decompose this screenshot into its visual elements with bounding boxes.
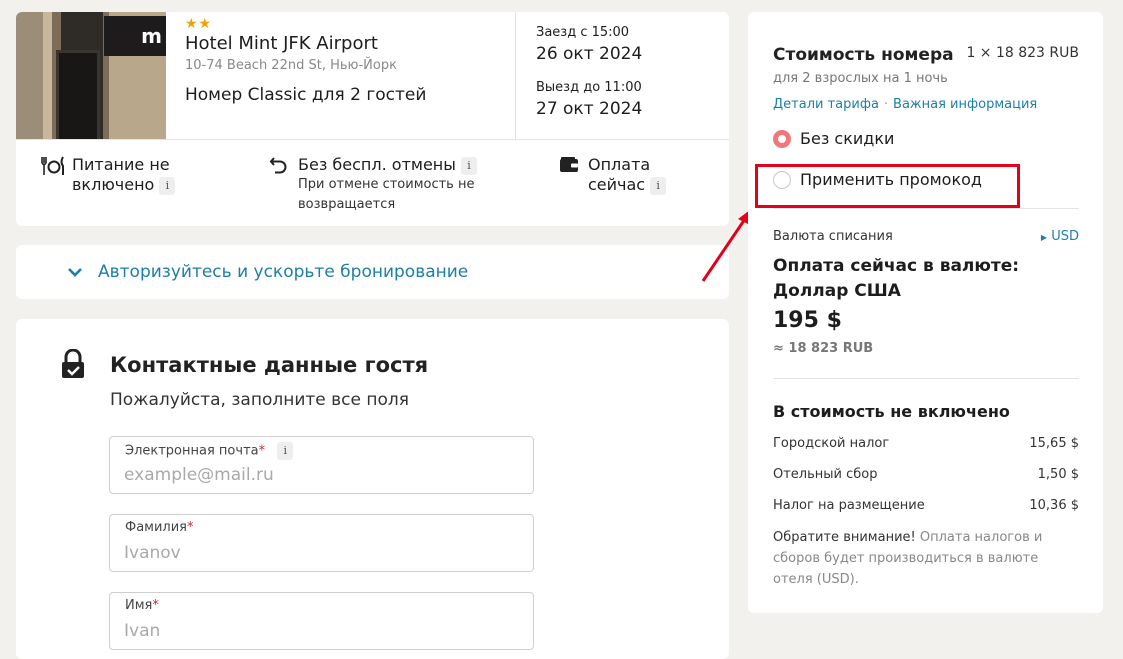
price-panel: Стоимость номера 1 × 18 823 RUB для 2 вз… bbox=[748, 12, 1103, 613]
hotel-sign: m bbox=[104, 16, 166, 56]
tax-row: Отельный сбор 1,50 $ bbox=[773, 467, 1079, 482]
currency-code: USD bbox=[1051, 229, 1079, 244]
first-name-label: Имя* bbox=[125, 598, 159, 613]
hotel-stars: ★★ bbox=[185, 16, 213, 32]
chevron-down-icon bbox=[66, 262, 84, 283]
first-name-field[interactable]: Имя* bbox=[109, 592, 534, 650]
tax-notice: Обратите внимание! Оплата налогов и сбор… bbox=[773, 527, 1063, 590]
tax-value: 1,50 $ bbox=[1037, 467, 1079, 482]
checkout-date: 27 окт 2024 bbox=[536, 99, 643, 119]
feature-meal: Питание не включено i bbox=[38, 155, 176, 195]
tax-row: Городской налог 15,65 $ bbox=[773, 436, 1079, 451]
email-label: Электронная почта* i bbox=[125, 442, 294, 460]
lock-icon bbox=[60, 348, 86, 383]
cancel-sub-line1: При отмене стоимость не bbox=[298, 177, 475, 192]
tax-name: Отельный сбор bbox=[773, 467, 878, 482]
excluded-title: В стоимость не включено bbox=[773, 402, 1010, 421]
option-no-discount[interactable]: Без скидки bbox=[773, 129, 894, 148]
divider bbox=[16, 139, 729, 140]
contact-subtitle: Пожалуйста, заполните все поля bbox=[110, 390, 409, 410]
price-amount: 195 $ bbox=[773, 308, 842, 333]
link-separator: · bbox=[883, 97, 889, 112]
hotel-door bbox=[56, 50, 100, 139]
price-links: Детали тарифа · Важная информация bbox=[773, 97, 1037, 112]
last-name-input[interactable] bbox=[124, 543, 514, 563]
checkout-label: Выезд до 11:00 bbox=[536, 80, 642, 95]
price-title: Стоимость номера bbox=[773, 45, 954, 65]
info-icon[interactable]: i bbox=[650, 176, 667, 195]
promo-highlight-box bbox=[755, 164, 1020, 208]
email-input[interactable] bbox=[124, 465, 514, 485]
divider bbox=[773, 208, 1079, 209]
tax-name: Налог на размещение bbox=[773, 498, 925, 513]
tax-name: Городской налог bbox=[773, 436, 890, 451]
option-no-discount-label: Без скидки bbox=[800, 129, 895, 148]
cancel-label: Без беспл. отмены bbox=[298, 155, 456, 174]
info-icon[interactable]: i bbox=[159, 176, 176, 195]
login-link[interactable]: Авторизуйтесь и ускорьте бронирование bbox=[98, 262, 468, 282]
checkin-label: Заезд с 15:00 bbox=[536, 25, 630, 40]
hotel-name: Hotel Mint JFK Airport bbox=[185, 33, 378, 54]
meal-icon bbox=[38, 155, 68, 195]
payment-label-line1: Оплата bbox=[588, 155, 651, 174]
meal-label-line2: включено bbox=[72, 175, 155, 194]
payment-label-line2: сейчас bbox=[588, 175, 646, 194]
tax-value: 10,36 $ bbox=[1029, 498, 1079, 513]
feature-cancellation: Без беспл. отмены i При отмене стоимость… bbox=[264, 155, 477, 215]
info-icon[interactable]: i bbox=[461, 156, 477, 175]
info-icon[interactable]: i bbox=[277, 442, 294, 460]
tariff-details-link[interactable]: Детали тарифа bbox=[773, 97, 879, 112]
divider bbox=[773, 378, 1079, 379]
feature-payment: Оплата сейчас i bbox=[554, 155, 667, 195]
contact-card: Контактные данные гостя Пожалуйста, запо… bbox=[16, 319, 729, 659]
login-banner[interactable]: Авторизуйтесь и ускорьте бронирование bbox=[16, 245, 729, 299]
currency-label: Валюта списания bbox=[773, 229, 893, 244]
stay-dates: Заезд с 15:00 26 окт 2024 Выезд до 11:00… bbox=[536, 25, 642, 119]
hotel-info: ★★ Hotel Mint JFK Airport 10-74 Beach 22… bbox=[185, 16, 426, 105]
tax-row: Налог на размещение 10,36 $ bbox=[773, 498, 1079, 513]
divider bbox=[515, 12, 516, 139]
hotel-address: 10-74 Beach 22nd St, Нью-Йорк bbox=[185, 58, 397, 73]
email-field[interactable]: Электронная почта* i bbox=[109, 436, 534, 494]
room-name: Номер Classic для 2 гостей bbox=[185, 85, 427, 105]
cancel-sub-line2: возвращается bbox=[298, 197, 396, 212]
first-name-input[interactable] bbox=[124, 621, 514, 641]
hotel-summary-card: m ★★ Hotel Mint JFK Airport 10-74 Beach … bbox=[16, 12, 729, 226]
checkin-date: 26 окт 2024 bbox=[536, 44, 643, 64]
price-guests: для 2 взрослых на 1 ночь bbox=[773, 71, 948, 86]
contact-title: Контактные данные гостя bbox=[110, 353, 429, 377]
currency-switch[interactable]: ▶ USD bbox=[1041, 229, 1079, 244]
caret-right-icon: ▶ bbox=[1040, 233, 1048, 242]
tax-value: 15,65 $ bbox=[1029, 436, 1079, 451]
undo-icon bbox=[264, 155, 294, 215]
last-name-label: Фамилия* bbox=[125, 520, 194, 535]
last-name-field[interactable]: Фамилия* bbox=[109, 514, 534, 572]
hotel-photo[interactable]: m bbox=[16, 12, 166, 139]
price-amount-rub: ≈ 18 823 RUB bbox=[773, 341, 874, 356]
price-per-night: 1 × 18 823 RUB bbox=[966, 45, 1079, 61]
meal-label-line1: Питание не bbox=[72, 155, 170, 174]
currency-title: Оплата сейчас в валюте: Доллар США bbox=[773, 256, 1020, 301]
radio-selected-icon[interactable] bbox=[773, 129, 791, 148]
wallet-icon bbox=[554, 155, 584, 195]
notice-lead: Обратите внимание! bbox=[773, 530, 916, 545]
important-info-link[interactable]: Важная информация bbox=[893, 97, 1037, 112]
